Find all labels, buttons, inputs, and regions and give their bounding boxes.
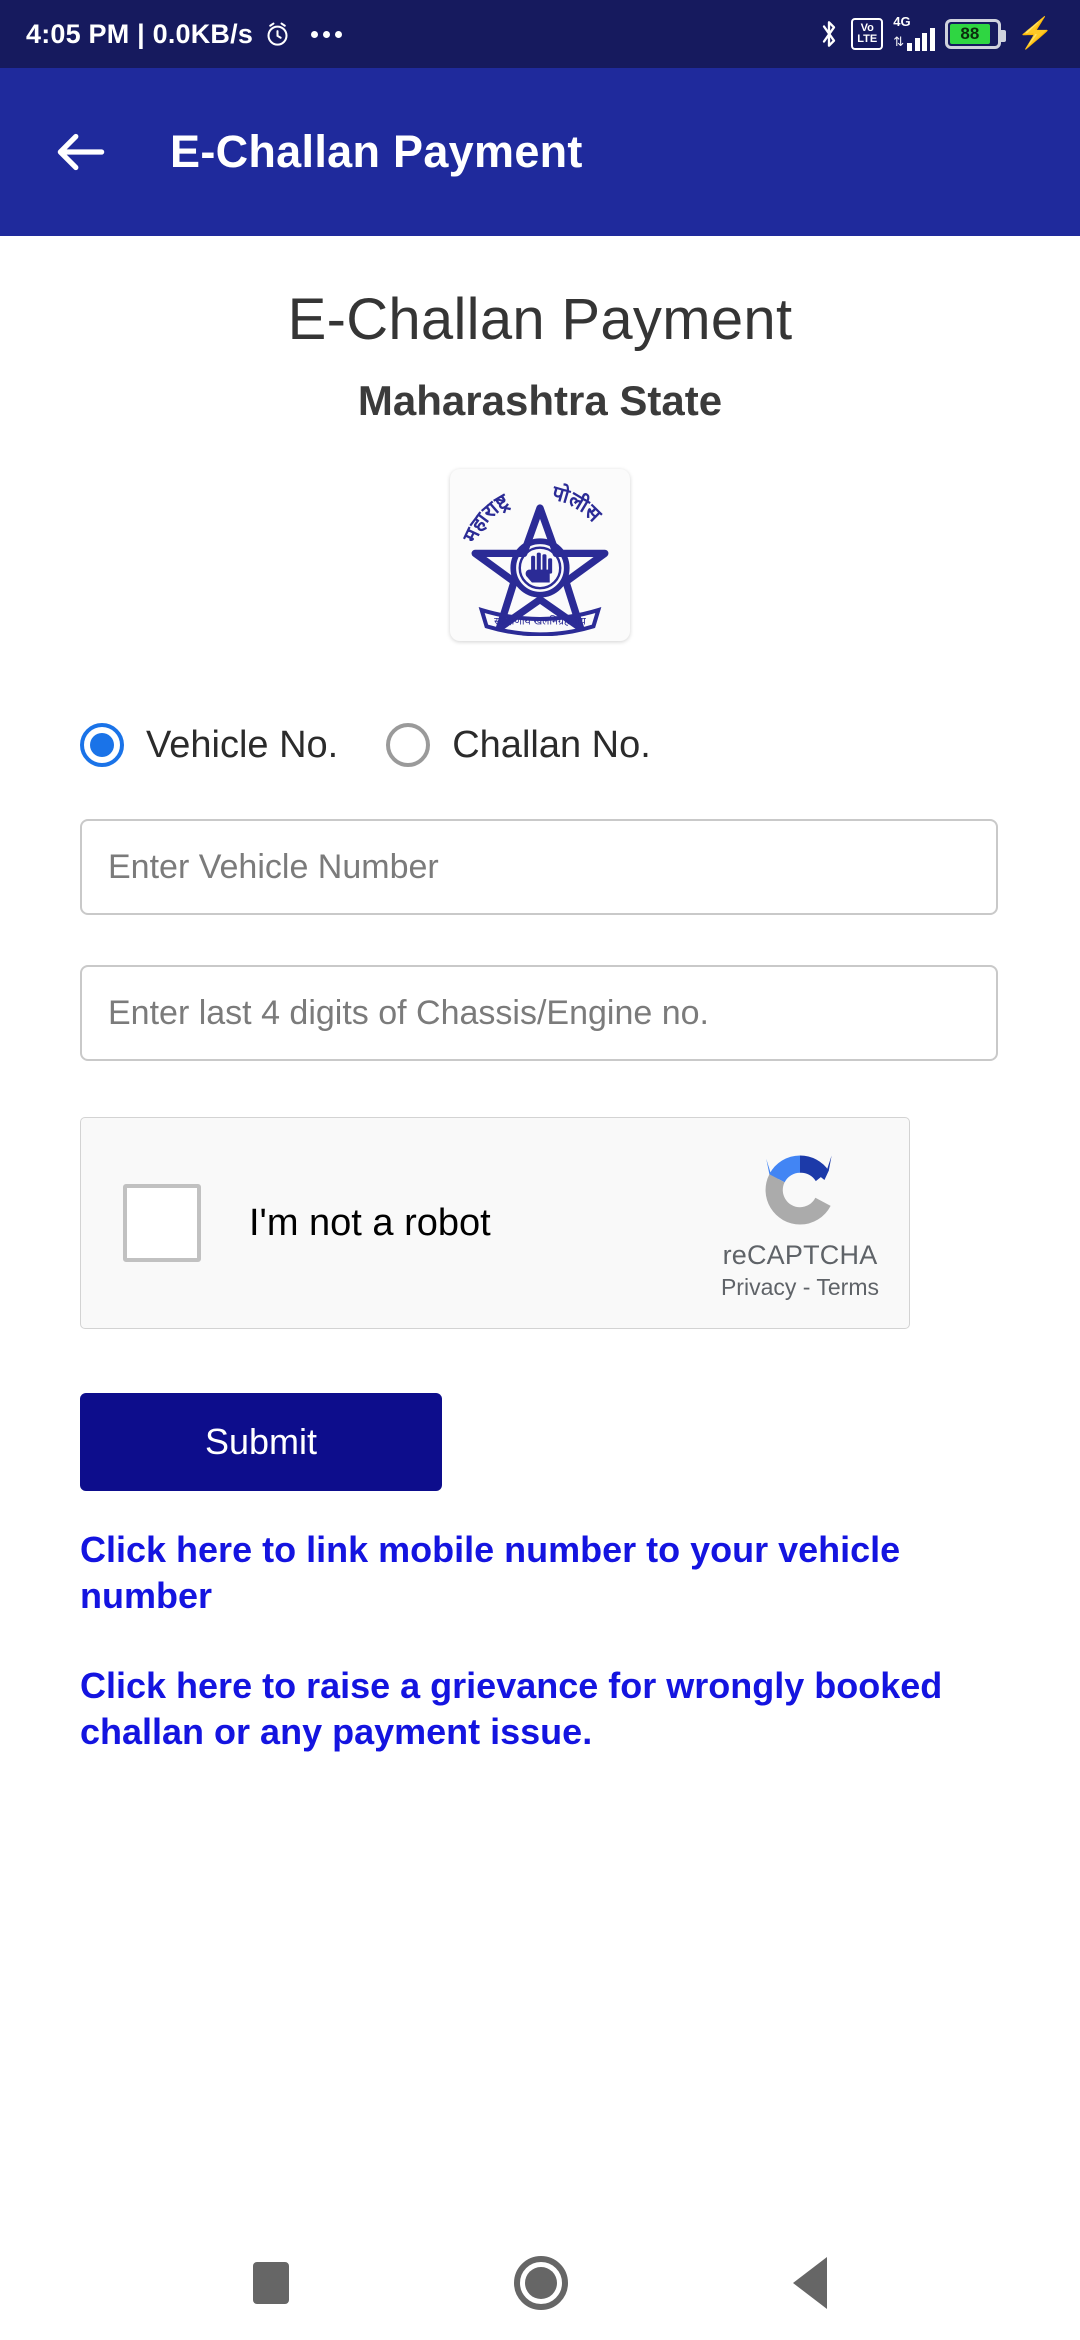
charging-bolt-icon: ⚡ (1016, 17, 1054, 50)
radio-option-challan-no[interactable]: Challan No. (386, 723, 651, 767)
more-dots-icon (311, 30, 343, 38)
signal-strength-bars (907, 28, 935, 51)
back-arrow-icon[interactable] (50, 121, 112, 183)
bluetooth-icon (823, 21, 836, 47)
recaptcha-logo (765, 1155, 832, 1225)
svg-text:सद्रक्षणाय खलनिग्रहणाय: सद्रक्षणाय खलनिग्रहणाय (494, 615, 587, 628)
submit-button[interactable]: Submit (80, 1393, 442, 1491)
police-star-emblem-icon: महाराष्ट्र पोलीस सद्रक्षणाय खलनिग्रहणाय (459, 480, 609, 636)
maharashtra-police-logo: महाराष्ट्र पोलीस सद्रक्षणाय खलनिग्रहणाय (450, 469, 630, 641)
phone-screen: 4:05 PM | 0.0KB/s Vo LTE 4G ⇅ 88 ⚡ E-Cha… (0, 0, 1080, 2340)
android-nav-bar (0, 2226, 1080, 2340)
back-triangle-icon[interactable] (793, 2257, 828, 2309)
status-bar-right: Vo LTE 4G ⇅ 88 ⚡ (817, 14, 1054, 51)
link-mobile-number[interactable]: Click here to link mobile number to your… (80, 1527, 980, 1619)
battery-icon: 88 (944, 19, 1006, 49)
radio-button-vehicle-no-icon[interactable] (80, 723, 124, 767)
vehicle-number-input[interactable] (80, 819, 998, 915)
home-circle-icon[interactable] (513, 2256, 568, 2310)
recaptcha-label: I'm not a robot (249, 1201, 491, 1244)
radio-option-vehicle-no[interactable]: Vehicle No. (80, 723, 338, 767)
recaptcha-branding: reCAPTCHA Privacy - Terms (715, 1144, 885, 1301)
network-type-label: 4G (893, 14, 911, 29)
volte-icon: Vo LTE (851, 18, 884, 50)
battery-percent-label: 88 (949, 24, 991, 44)
recaptcha-privacy-terms[interactable]: Privacy - Terms (721, 1274, 879, 1301)
svg-text:पोलीस: पोलीस (549, 480, 606, 527)
search-type-radio-group: Vehicle No. Challan No. (80, 723, 1080, 767)
volte-bottom-label: LTE (857, 33, 878, 45)
radio-selected-dot (90, 733, 114, 757)
status-bar: 4:05 PM | 0.0KB/s Vo LTE 4G ⇅ 88 ⚡ (0, 0, 1080, 68)
recaptcha-brand-name: reCAPTCHA (722, 1240, 878, 1270)
radio-label-challan-no: Challan No. (452, 723, 651, 766)
link-raise-grievance[interactable]: Click here to raise a grievance for wron… (80, 1663, 980, 1755)
status-bar-left: 4:05 PM | 0.0KB/s (26, 18, 343, 50)
data-arrows-icon: ⇅ (893, 34, 905, 49)
radio-button-challan-no-icon[interactable] (386, 723, 431, 767)
recents-square-icon[interactable] (252, 2262, 289, 2304)
chassis-engine-input[interactable] (80, 965, 998, 1061)
recaptcha-widget[interactable]: I'm not a robot reCAPTCHA Privacy - Term… (80, 1117, 910, 1329)
svg-text:महाराष्ट्र: महाराष्ट्र (459, 490, 514, 547)
app-bar-title: E-Challan Payment (170, 126, 583, 177)
logo-container: महाराष्ट्र पोलीस सद्रक्षणाय खलनिग्रहणाय (0, 469, 1080, 641)
signal-bars-icon: 4G ⇅ (893, 14, 935, 51)
alarm-icon (267, 22, 288, 46)
recaptcha-checkbox[interactable] (123, 1184, 201, 1262)
page-title: E-Challan Payment (287, 287, 793, 352)
status-time-and-network: 4:05 PM | 0.0KB/s (26, 18, 254, 49)
page-subtitle: Maharashtra State (357, 377, 723, 424)
radio-label-vehicle-no: Vehicle No. (146, 723, 339, 766)
app-bar: E-Challan Payment (0, 68, 1080, 236)
page-content: E-Challan Payment Maharashtra State महार… (0, 236, 1080, 2226)
